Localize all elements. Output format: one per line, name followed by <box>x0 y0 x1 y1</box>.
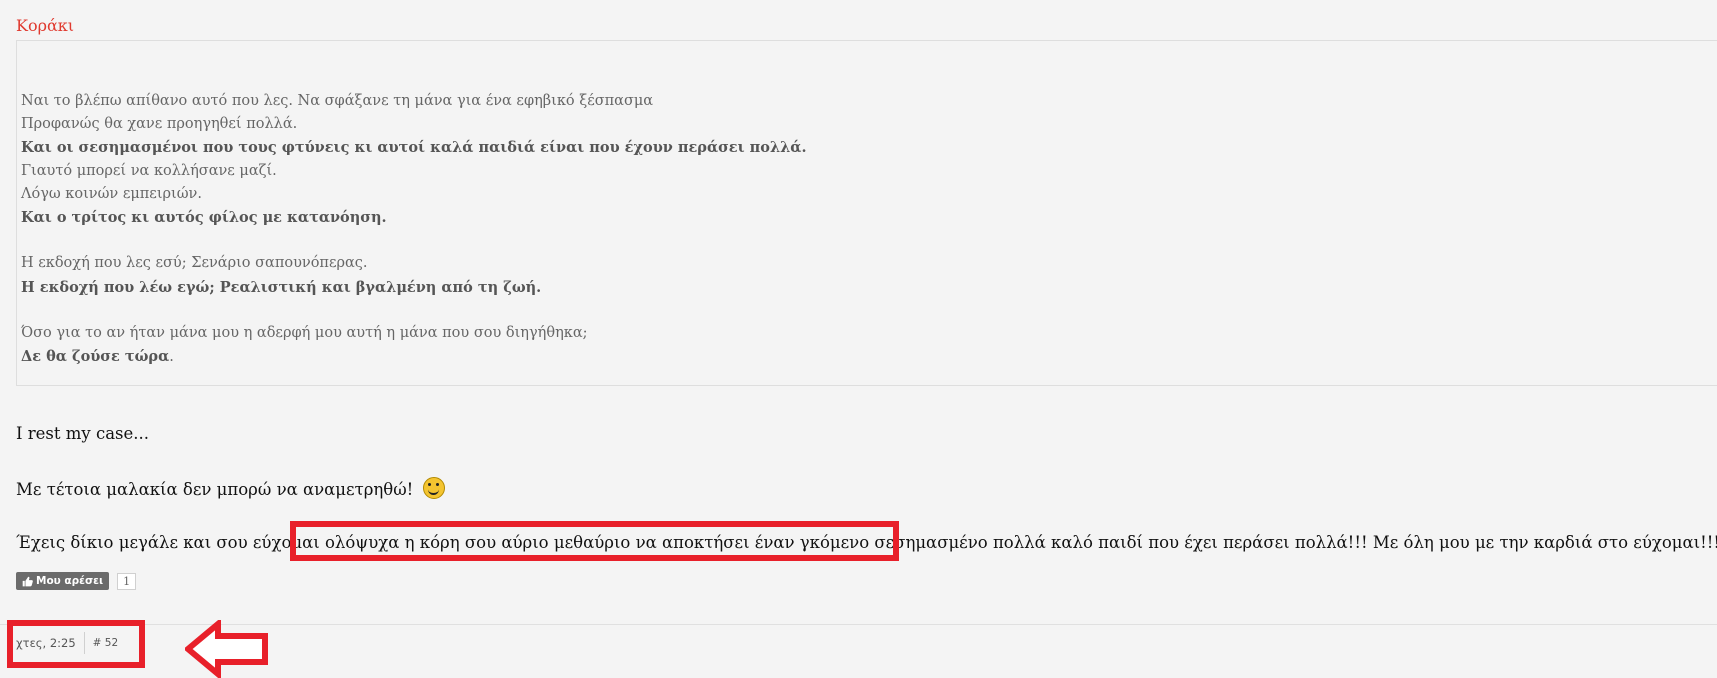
like-count[interactable]: 1 <box>117 572 137 590</box>
post-number[interactable]: # 52 <box>93 637 119 649</box>
quote-last-bold: Δε θα ζούσε τώρα <box>21 348 170 366</box>
quote-last-tail: . <box>169 349 174 366</box>
post-line-3: Έχεις δίκιο μεγάλε και σου εύχομαι ολόψυ… <box>16 530 1717 552</box>
post-meta: χτες, 2:25 # 52 <box>16 632 118 654</box>
post-line-3-end: πολλά καλό παιδί που έχει περάσει πολλά!… <box>987 533 1717 552</box>
like-label: Μου αρέσει <box>36 575 104 587</box>
quote-line: Ναι το βλέπω απίθανο αυτό που λες. Να σφ… <box>21 93 654 109</box>
post-line-1: I rest my case... <box>16 424 150 443</box>
quote-line: Προφανώς θα χανε προηγηθεί πολλά. <box>21 116 298 133</box>
quote-line: Όσο για το αν ήταν μάνα μου η αδερφή μου… <box>21 324 588 341</box>
like-row: Μου αρέσει 1 <box>16 572 137 590</box>
laughing-smiley-icon <box>422 477 445 499</box>
quote-line <box>21 299 807 322</box>
annotation-arrow-icon <box>185 620 268 678</box>
quote-line: Η εκδοχή που λέω εγώ; Ρεαλιστική και βγα… <box>21 278 542 296</box>
quote-line: Και οι σεσημασμένοι που τους φτύνεις κι … <box>21 139 807 157</box>
quote-line: Γιαυτό μπορεί να κολλήσανε μαζί. <box>21 162 277 179</box>
post-time[interactable]: χτες, 2:25 <box>16 636 76 650</box>
quote-content: Ναι το βλέπω απίθανο αυτό που λες. Να σφ… <box>21 90 807 368</box>
quote-line: Η εκδοχή που λες εσύ; Σενάριο σαπουνόπερ… <box>21 255 368 272</box>
quote-author[interactable]: Κοράκι <box>16 16 74 35</box>
post-line-2: Με τέτοια μαλακία δεν μπορώ να αναμετρηθ… <box>16 477 445 499</box>
quote-line: Και ο τρίτος κι αυτός φίλος με κατανόηση… <box>21 208 387 226</box>
post-line-3-start: Έχεις δίκιο μεγάλε και σου εύχομαι <box>16 533 325 552</box>
post-line-3-highlighted: ολόψυχα η κόρη σου αύριο μεθαύριο να απο… <box>324 533 988 552</box>
quote-line: Λόγω κοινών εμπειριών. <box>21 185 202 202</box>
meta-separator <box>83 632 85 654</box>
quote-line-last: Δε θα ζούσε τώρα. <box>21 345 807 368</box>
thumbs-up-icon <box>22 576 33 586</box>
quote-line <box>21 229 807 252</box>
like-button[interactable]: Μου αρέσει <box>16 572 110 590</box>
post-line-2-text: Με τέτοια μαλακία δεν μπορώ να αναμετρηθ… <box>16 480 414 499</box>
